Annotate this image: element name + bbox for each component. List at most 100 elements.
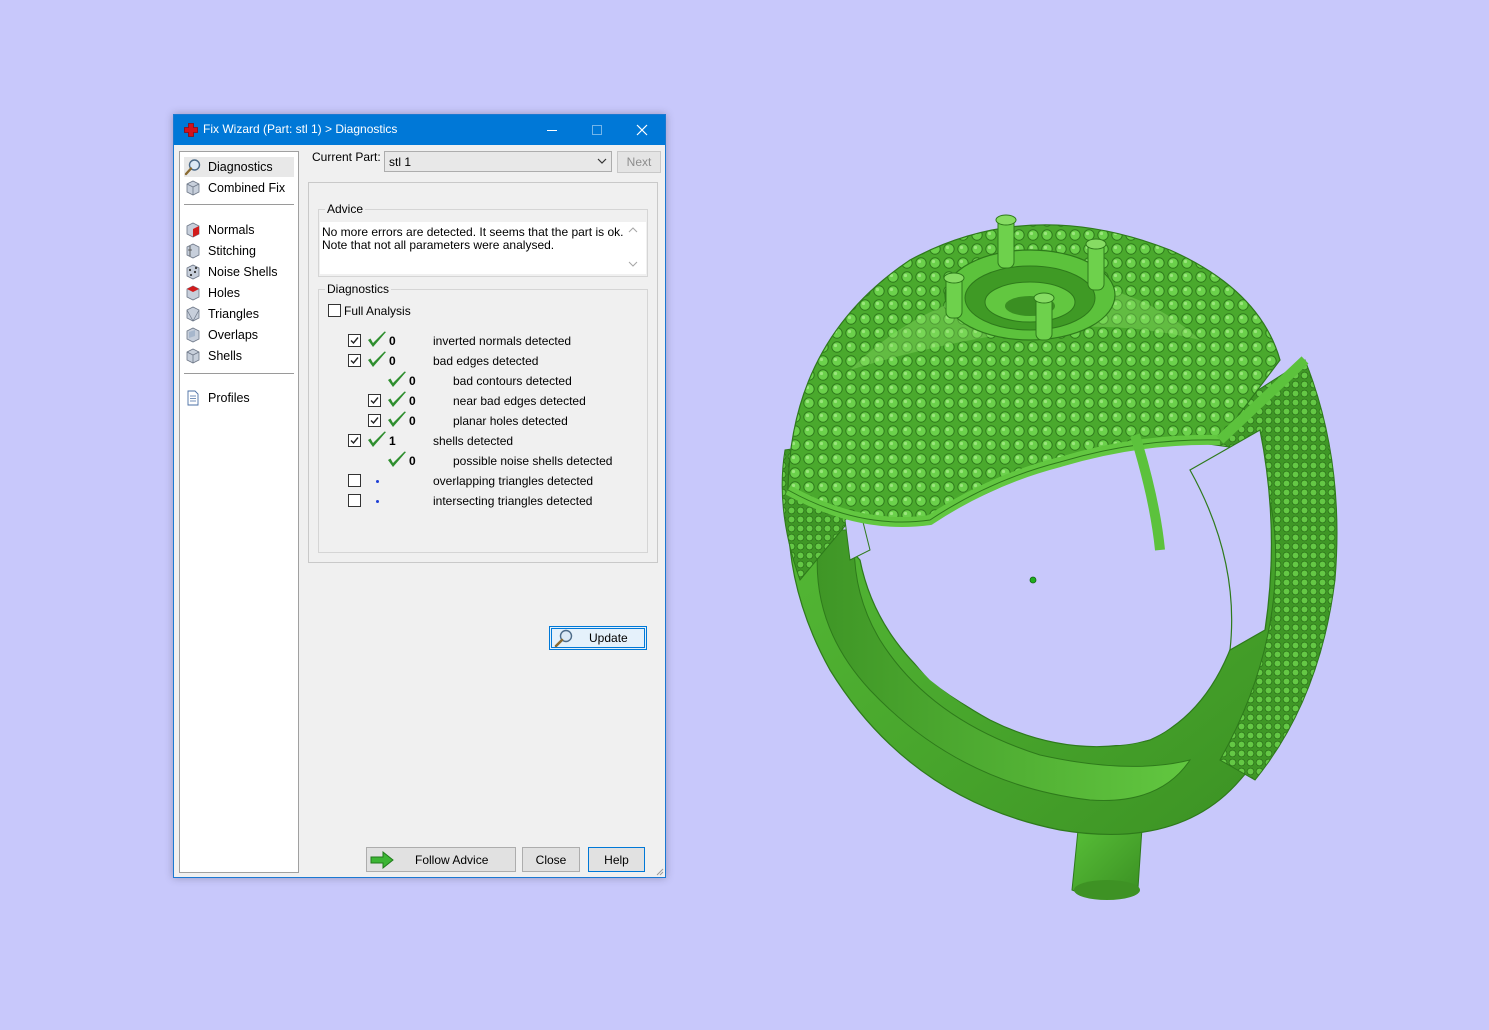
full-analysis-label: Full Analysis: [344, 304, 411, 318]
diag-row-5-checkbox[interactable]: [348, 434, 361, 447]
cube-icon: [186, 180, 200, 196]
update-button[interactable]: Update: [549, 626, 647, 650]
window-title: Fix Wizard (Part: stl 1) > Diagnostics: [203, 122, 398, 136]
full-analysis-checkbox[interactable]: [328, 304, 341, 317]
current-part-label: Current Part:: [312, 150, 381, 164]
nav-item-overlaps[interactable]: Overlaps: [184, 325, 294, 345]
green-check-icon: [388, 451, 406, 467]
update-label: Update: [589, 631, 628, 645]
current-part-select[interactable]: stl 1: [384, 151, 612, 172]
advice-scrollbar[interactable]: [624, 223, 642, 271]
green-check-icon: [388, 411, 406, 427]
nav-label-diagnostics: Diagnostics: [208, 160, 273, 174]
diag-row-4-count: 0: [409, 414, 416, 428]
normals-cube-icon: [186, 222, 200, 238]
advice-text: No more errors are detected. It seems th…: [320, 222, 646, 274]
help-button[interactable]: Help: [588, 847, 645, 872]
diag-row-0-count: 0: [389, 334, 396, 348]
checkmark-icon: [370, 417, 379, 425]
minimize-button[interactable]: [529, 115, 574, 145]
shells-cube-icon: [186, 348, 200, 364]
noise-cube-icon: [186, 264, 200, 280]
close-icon: [636, 124, 647, 136]
diag-row-3-checkbox[interactable]: [368, 394, 381, 407]
diag-row-1-label: bad edges detected: [433, 354, 539, 368]
diag-row-2-count: 0: [409, 374, 416, 388]
nav-divider: [184, 373, 294, 374]
ring-3d-model[interactable]: [760, 200, 1380, 920]
diag-row-5-count: 1: [389, 434, 396, 448]
diag-row-3-label: near bad edges detected: [453, 394, 586, 408]
nav-item-stitching[interactable]: Stitching: [184, 241, 294, 261]
green-check-icon: [368, 431, 386, 447]
follow-advice-label: Follow Advice: [415, 852, 489, 867]
checkmark-icon: [350, 357, 359, 365]
diag-row-8-checkbox[interactable]: [348, 494, 361, 507]
nav-item-holes[interactable]: Holes: [184, 283, 294, 303]
red-cross-icon: [184, 123, 198, 137]
nav-label-noise-shells: Noise Shells: [208, 265, 278, 279]
scroll-up-icon: [628, 227, 638, 233]
wizard-nav-panel: Diagnostics Combined Fix Normals Stitchi…: [179, 151, 299, 873]
diagnostics-legend: Diagnostics: [325, 282, 392, 296]
nav-label-shells: Shells: [208, 349, 243, 363]
advice-legend: Advice: [325, 202, 366, 216]
nav-label-normals: Normals: [208, 223, 255, 237]
checkmark-icon: [370, 397, 379, 405]
green-check-icon: [388, 391, 406, 407]
nav-item-shells[interactable]: Shells: [184, 346, 294, 366]
overlaps-cube-icon: [186, 327, 200, 343]
nav-label-holes: Holes: [208, 286, 240, 300]
resize-grip-icon[interactable]: [654, 866, 664, 876]
nav-item-combined-fix[interactable]: Combined Fix: [184, 178, 294, 198]
advice-line-2: Note that not all parameters were analys…: [322, 238, 555, 252]
diag-row-6-label: possible noise shells detected: [453, 454, 613, 468]
nav-label-combined-fix: Combined Fix: [208, 181, 286, 195]
stitching-cube-icon: [186, 243, 200, 259]
diag-row-2-label: bad contours detected: [453, 374, 572, 388]
diag-row-0-label: inverted normals detected: [433, 334, 572, 348]
checkmark-icon: [350, 437, 359, 445]
next-button[interactable]: Next: [617, 151, 661, 173]
diag-row-5-label: shells detected: [433, 434, 514, 448]
diag-row-7-checkbox[interactable]: [348, 474, 361, 487]
scroll-down-icon: [628, 261, 638, 267]
nav-item-diagnostics[interactable]: Diagnostics: [184, 157, 294, 177]
diagnostics-page: Advice No more errors are detected. It s…: [308, 182, 658, 650]
magnifier-icon: [554, 629, 573, 648]
nav-item-triangles[interactable]: Triangles: [184, 304, 294, 324]
nav-label-overlaps: Overlaps: [208, 328, 259, 342]
nav-divider: [184, 204, 294, 205]
follow-advice-button[interactable]: Follow Advice: [366, 847, 516, 872]
diag-row-4-checkbox[interactable]: [368, 414, 381, 427]
diag-row-7-label: overlapping triangles detected: [433, 474, 594, 488]
diag-row-3-count: 0: [409, 394, 416, 408]
arrow-right-icon: [370, 850, 394, 869]
diag-row-8-label: intersecting triangles detected: [433, 494, 593, 508]
green-check-icon: [368, 351, 386, 367]
diag-row-4-label: planar holes detected: [453, 414, 568, 428]
fix-wizard-window: Fix Wizard (Part: stl 1) > Diagnostics D…: [173, 114, 666, 878]
pending-dot-icon: [376, 480, 379, 483]
nav-label-triangles: Triangles: [208, 307, 259, 321]
document-icon: [187, 390, 199, 406]
maximize-button[interactable]: [574, 115, 619, 145]
advice-group: Advice No more errors are detected. It s…: [318, 202, 648, 277]
close-window-button[interactable]: [619, 115, 664, 145]
diag-row-1-count: 0: [389, 354, 396, 368]
diag-row-0-checkbox[interactable]: [348, 334, 361, 347]
magnifier-icon: [184, 159, 201, 176]
green-check-icon: [388, 371, 406, 387]
diagnostics-group: Diagnostics Full Analysis 0 inverted norm…: [318, 282, 648, 650]
checkmark-icon: [350, 337, 359, 345]
nav-item-normals[interactable]: Normals: [184, 220, 294, 240]
close-button[interactable]: Close: [522, 847, 580, 872]
chevron-down-icon: [597, 158, 607, 164]
nav-item-noise-shells[interactable]: Noise Shells: [184, 262, 294, 282]
pending-dot-icon: [376, 500, 379, 503]
current-part-value: stl 1: [389, 155, 412, 169]
title-bar[interactable]: Fix Wizard (Part: stl 1) > Diagnostics: [174, 115, 665, 145]
green-check-icon: [368, 331, 386, 347]
nav-item-profiles[interactable]: Profiles: [184, 388, 294, 408]
diag-row-1-checkbox[interactable]: [348, 354, 361, 367]
